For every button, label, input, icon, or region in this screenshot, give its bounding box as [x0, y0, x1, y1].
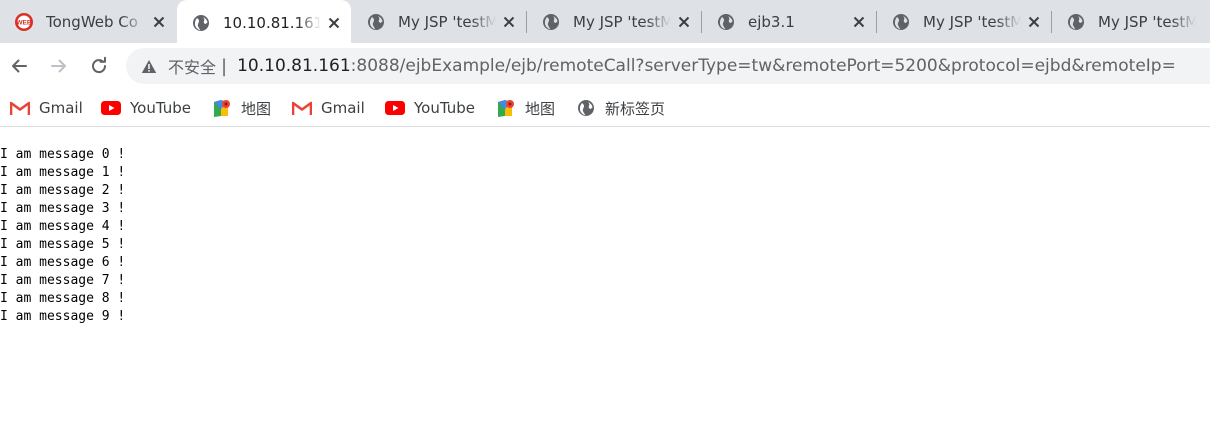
maps-icon — [496, 98, 516, 118]
message-line: I am message 9 ! — [0, 309, 126, 324]
tongweb-logo-icon: WEB — [14, 12, 34, 32]
youtube-icon — [385, 98, 405, 118]
warning-triangle-icon[interactable] — [140, 57, 158, 75]
tab-my-jsp-2[interactable]: My JSP 'testM — [527, 0, 701, 43]
tab-title: ejb3.1 — [748, 12, 795, 31]
bookmarks-bar: Gmail YouTube 地图 Gmail YouTube 地图 新标签页 — [0, 89, 1210, 127]
browser-toolbar: 不安全 | 10.10.81.161:8088/ejbExample/ejb/r… — [0, 43, 1210, 89]
tab-my-jsp-4[interactable]: My JSP 'testM — [1052, 0, 1210, 43]
globe-icon — [891, 12, 911, 32]
url-text[interactable]: 10.10.81.161:8088/ejbExample/ejb/remoteC… — [237, 56, 1176, 76]
back-arrow-icon — [12, 59, 27, 73]
message-line: I am message 3 ! — [0, 201, 126, 216]
not-secure-label[interactable]: 不安全 — [168, 54, 216, 78]
tab-ejb31[interactable]: ejb3.1 — [702, 0, 876, 43]
tab-close-icon[interactable] — [500, 13, 518, 31]
bookmark-youtube[interactable]: YouTube — [101, 97, 191, 119]
youtube-icon — [101, 98, 121, 118]
bookmark-maps[interactable]: 地图 — [496, 97, 555, 119]
globe-icon — [541, 12, 561, 32]
tab-title: My JSP 'testM — [923, 12, 1021, 31]
globe-icon — [1066, 12, 1086, 32]
tab-close-icon[interactable] — [150, 13, 168, 31]
tab-title: My JSP 'testM — [398, 12, 496, 31]
message-line: I am message 5 ! — [0, 237, 126, 252]
tab-title: My JSP 'testM — [1098, 12, 1196, 31]
bookmark-new-tab-page[interactable]: 新标签页 — [576, 97, 665, 119]
globe-icon — [191, 13, 211, 33]
forward-button[interactable] — [45, 52, 73, 80]
reload-button[interactable] — [85, 52, 113, 80]
globe-icon — [366, 12, 386, 32]
tab-close-icon[interactable] — [675, 13, 693, 31]
bookmark-youtube[interactable]: YouTube — [385, 97, 475, 119]
message-line: I am message 8 ! — [0, 291, 126, 306]
bookmark-label: 地图 — [525, 99, 556, 118]
bookmark-label: 地图 — [241, 99, 272, 118]
tongweb-logo-text: WEB — [16, 19, 31, 26]
bookmark-maps[interactable]: 地图 — [212, 97, 271, 119]
globe-icon — [716, 12, 736, 32]
bookmark-gmail[interactable]: Gmail — [292, 97, 365, 119]
tab-tongweb[interactable]: WEB TongWeb Co — [0, 0, 176, 43]
message-line: I am message 1 ! — [0, 165, 126, 180]
tab-close-icon[interactable] — [325, 14, 343, 32]
bookmark-gmail[interactable]: Gmail — [10, 97, 83, 119]
message-list: I am message 0 ! I am message 1 ! I am m… — [0, 146, 125, 326]
maps-icon — [212, 98, 232, 118]
message-line: I am message 7 ! — [0, 273, 126, 288]
page-content: I am message 0 ! I am message 1 ! I am m… — [0, 128, 1210, 431]
tab-my-jsp-3[interactable]: My JSP 'testM — [877, 0, 1051, 43]
tab-title: TongWeb Co — [46, 12, 138, 31]
bookmark-label: Gmail — [321, 99, 365, 117]
url-path: :8088/ejbExample/ejb/remoteCall?serverTy… — [350, 56, 1176, 76]
bookmark-label: Gmail — [39, 99, 83, 117]
forward-arrow-icon — [51, 59, 66, 73]
tab-my-jsp-1[interactable]: My JSP 'testM — [352, 0, 526, 43]
globe-icon — [576, 98, 596, 118]
bookmark-label: 新标签页 — [605, 99, 666, 118]
url-host: 10.10.81.161 — [237, 56, 351, 76]
address-bar[interactable]: 不安全 | 10.10.81.161:8088/ejbExample/ejb/r… — [126, 48, 1210, 84]
tab-title: My JSP 'testM — [573, 12, 671, 31]
gmail-icon — [292, 98, 312, 118]
bookmark-label: YouTube — [130, 99, 191, 117]
message-line: I am message 4 ! — [0, 219, 126, 234]
tab-close-icon[interactable] — [850, 13, 868, 31]
bookmark-label: YouTube — [414, 99, 475, 117]
back-button[interactable] — [5, 52, 33, 80]
message-line: I am message 2 ! — [0, 183, 126, 198]
tab-strip: WEB TongWeb Co 10.10.81.161: My JSP 'tes… — [0, 0, 1210, 45]
gmail-icon — [10, 98, 30, 118]
security-divider: | — [221, 55, 228, 77]
tab-active-remote-call[interactable]: 10.10.81.161: — [177, 0, 351, 45]
reload-icon — [92, 56, 107, 74]
tab-close-icon[interactable] — [1025, 13, 1043, 31]
message-line: I am message 6 ! — [0, 255, 126, 270]
tab-title: 10.10.81.161: — [223, 13, 321, 32]
message-line: I am message 0 ! — [0, 147, 126, 162]
